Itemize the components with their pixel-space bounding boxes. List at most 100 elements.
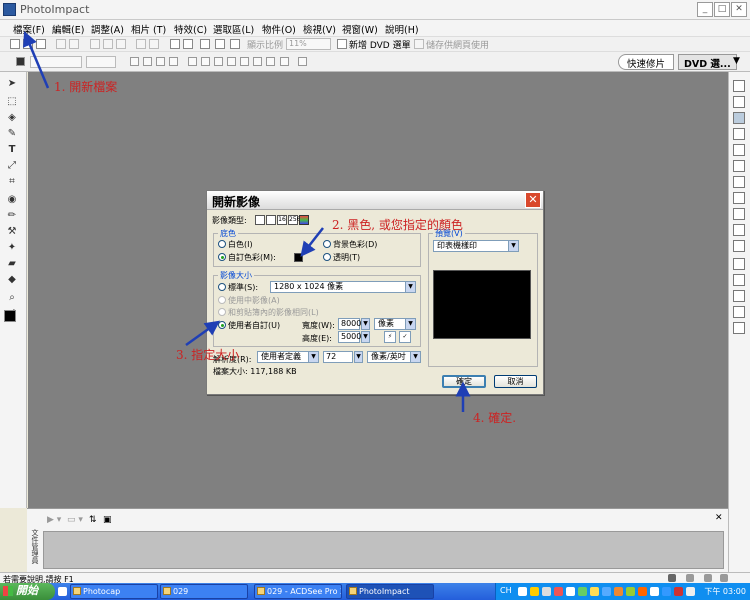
panel-icon-6[interactable]	[733, 160, 745, 172]
tray-icon-9[interactable]	[614, 587, 623, 596]
chevron-down-icon[interactable]: ▼	[733, 56, 740, 66]
sort-icon[interactable]: ⇅	[89, 515, 97, 525]
redo-icon[interactable]	[149, 39, 159, 49]
zoom-combo[interactable]: 11%	[286, 38, 331, 50]
tray-icon-4[interactable]	[554, 587, 563, 596]
eraser-tool-icon[interactable]: ▰	[6, 258, 18, 270]
menu-adjust[interactable]: 調整(A)	[91, 22, 124, 36]
new-file-icon[interactable]	[10, 39, 20, 49]
play-icon[interactable]: ▶ ▾	[47, 515, 61, 525]
network-icon[interactable]	[686, 587, 695, 596]
undo-icon[interactable]	[136, 39, 146, 49]
panel-icon-8[interactable]	[733, 192, 745, 204]
frame-icon[interactable]	[183, 39, 193, 49]
custom-color-swatch[interactable]	[294, 253, 303, 262]
task-acdsee[interactable]: 029 - ACDSee Pro 2.5	[254, 584, 342, 599]
tray-icon-2[interactable]	[530, 587, 539, 596]
view-icon[interactable]: ▭ ▾	[67, 515, 83, 525]
tray-icon-13[interactable]	[662, 587, 671, 596]
quicklaunch-icon[interactable]	[58, 587, 67, 596]
merge-icon[interactable]	[298, 57, 307, 66]
tray-icon-8[interactable]	[602, 587, 611, 596]
ime-indicator[interactable]: CH	[500, 586, 512, 595]
copy-icon[interactable]	[103, 39, 113, 49]
panel-icon-9[interactable]	[733, 208, 745, 220]
image-type-256-button[interactable]: 256	[288, 215, 300, 225]
dvd-menu-label[interactable]: 新增 DVD 選單	[349, 38, 411, 51]
width-spin-button[interactable]: ▼	[361, 318, 370, 330]
menu-photo[interactable]: 相片 (T)	[131, 22, 166, 36]
panel-icon-5[interactable]	[733, 144, 745, 156]
pick-tool-icon[interactable]: ➤	[6, 78, 18, 90]
panel-icon-7[interactable]	[733, 176, 745, 188]
height-input[interactable]: 5000	[338, 331, 361, 343]
bg-transparent-radio[interactable]	[323, 253, 331, 261]
print-preview-icon[interactable]	[69, 39, 79, 49]
tray-icon-7[interactable]	[590, 587, 599, 596]
mode-combo[interactable]	[30, 56, 82, 68]
bg-custom-radio[interactable]	[218, 253, 226, 261]
tray-icon-5[interactable]	[566, 587, 575, 596]
image-type-16-button[interactable]: 16	[277, 215, 287, 225]
menu-view[interactable]: 檢視(V)	[303, 22, 336, 36]
menu-window[interactable]: 視窗(W)	[342, 22, 378, 36]
save-web-icon[interactable]	[414, 39, 424, 49]
start-button[interactable]: 開始	[0, 583, 55, 600]
size-from-image-radio[interactable]	[218, 296, 226, 304]
menu-object[interactable]: 物件(O)	[262, 22, 296, 36]
group-icon[interactable]	[280, 57, 289, 66]
task-photocap[interactable]: Photocap	[70, 584, 158, 599]
image-type-gray-button[interactable]	[266, 215, 276, 225]
size-user-radio[interactable]	[218, 321, 226, 329]
bg-white-radio[interactable]	[218, 240, 226, 248]
width-input[interactable]: 8000	[338, 318, 361, 330]
panel-icon-12[interactable]	[733, 258, 745, 270]
opacity-combo[interactable]	[86, 56, 116, 68]
marquee-tool-icon[interactable]: ⬚	[6, 96, 18, 108]
open-file-icon[interactable]	[23, 39, 33, 49]
resolution-mode-select[interactable]: 使用者定義 ▼	[257, 351, 319, 363]
foreground-color-swatch[interactable]	[4, 310, 16, 322]
cancel-button[interactable]: 取消	[494, 375, 537, 388]
fill-tool-icon[interactable]: ◆	[6, 274, 18, 286]
dialog-title-bar[interactable]: 開新影像 ✕	[207, 191, 543, 210]
panel-icon-14[interactable]	[733, 290, 745, 302]
tray-icon-1[interactable]	[518, 587, 527, 596]
cut-icon[interactable]	[90, 39, 100, 49]
menu-file[interactable]: 檔案(F)	[13, 22, 45, 36]
volume-icon[interactable]	[674, 587, 683, 596]
task-029-folder[interactable]: 029	[160, 584, 248, 599]
tray-icon-10[interactable]	[626, 587, 635, 596]
image-type-truecolor-button[interactable]	[299, 215, 309, 225]
retouch-tool-icon[interactable]: ✦	[6, 242, 18, 254]
window-icon[interactable]	[200, 39, 210, 49]
paint-tool-icon[interactable]: ✏	[6, 210, 18, 222]
menu-help[interactable]: 說明(H)	[385, 22, 419, 36]
zoom-tool-icon[interactable]: ⌕	[6, 292, 18, 304]
tray-icon-12[interactable]	[650, 587, 659, 596]
align-left-icon[interactable]	[130, 57, 139, 66]
move-up-icon[interactable]	[253, 57, 262, 66]
panel-icon-4[interactable]	[733, 128, 745, 140]
size-standard-radio[interactable]	[218, 283, 226, 291]
tray-icon-6[interactable]	[578, 587, 587, 596]
text-tool-icon[interactable]: T	[6, 144, 18, 156]
panel-icon-16[interactable]	[733, 322, 745, 334]
align-up-icon[interactable]	[143, 57, 152, 66]
rotate-icon[interactable]	[214, 57, 223, 66]
align-bottom-icon[interactable]	[169, 57, 178, 66]
menu-effects[interactable]: 特效(C)	[174, 22, 207, 36]
move-down-icon[interactable]	[266, 57, 275, 66]
layer-manager-icon[interactable]	[733, 80, 745, 92]
move-right-icon[interactable]	[240, 57, 249, 66]
ratio-check-icon[interactable]: ✓	[399, 331, 411, 343]
save-icon[interactable]	[36, 39, 46, 49]
shape-icon[interactable]	[16, 57, 25, 66]
panel-icon-15[interactable]	[733, 306, 745, 318]
maximize-button[interactable]: □	[714, 2, 730, 17]
close-panel-icon[interactable]: ✕	[715, 513, 723, 523]
task-photoimpact[interactable]: PhotoImpact	[346, 584, 434, 599]
close-button[interactable]: ✕	[731, 2, 747, 17]
dvd-button[interactable]: DVD 選...	[678, 54, 737, 70]
layout-icon[interactable]	[215, 39, 225, 49]
